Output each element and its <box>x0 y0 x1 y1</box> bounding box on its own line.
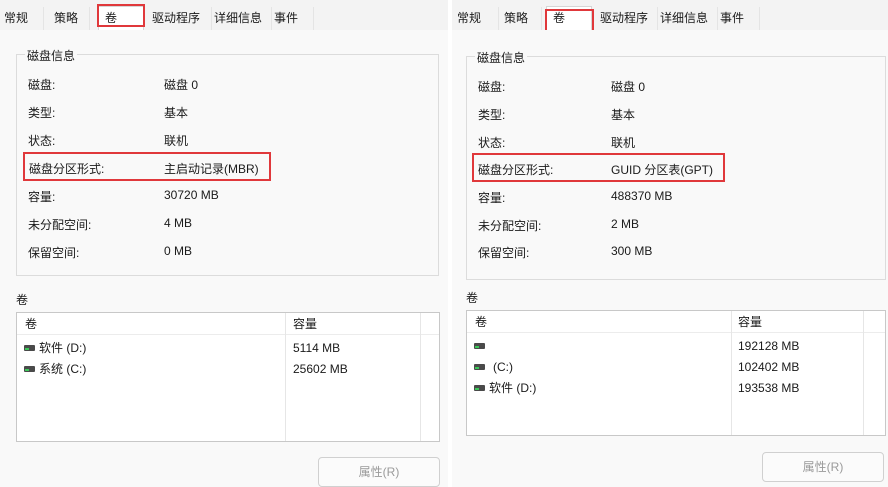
prop-type-value: 基本 <box>164 106 189 120</box>
disk-info-title: 磁盘信息 <box>25 47 78 64</box>
prop-unallocated-value: 4 MB <box>164 216 193 230</box>
tab-strip: 常规 策略 卷 驱动程序 详细信息 事件 <box>0 0 448 31</box>
prop-capacity-label: 容量: <box>28 190 56 204</box>
volume-name: 系统 (C:) <box>39 362 87 376</box>
prop-type-value: 基本 <box>611 108 636 122</box>
prop-unallocated-label: 未分配空间: <box>28 218 92 232</box>
column-header-capacity[interactable]: 容量 <box>732 311 762 333</box>
tab-driver[interactable]: 驱动程序 <box>598 7 658 30</box>
prop-status-label: 状态: <box>28 134 56 148</box>
column-header-capacity[interactable]: 容量 <box>287 313 317 335</box>
drive-icon <box>24 365 35 372</box>
volume-capacity: 102402 MB <box>738 360 800 374</box>
drive-icon <box>474 342 485 349</box>
tab-events[interactable]: 事件 <box>718 7 760 30</box>
prop-reserved-label: 保留空间: <box>478 246 530 260</box>
column-header-volume[interactable]: 卷 <box>469 311 487 333</box>
volumes-list-header: 卷 容量 <box>467 311 885 333</box>
prop-partition-style-value: 主启动记录(MBR) <box>164 162 259 176</box>
prop-capacity-label: 容量: <box>478 191 506 205</box>
volume-capacity: 193538 MB <box>738 381 800 395</box>
volume-capacity: 25602 MB <box>293 362 348 376</box>
properties-button[interactable]: 属性(R) <box>762 452 884 482</box>
prop-reserved-label: 保留空间: <box>28 246 80 260</box>
prop-partition-style-label: 磁盘分区形式: <box>29 162 105 176</box>
volume-row[interactable]: 软件 (D:) 193538 MB <box>467 378 885 399</box>
tab-policies[interactable]: 策略 <box>502 7 542 30</box>
properties-button[interactable]: 属性(R) <box>318 457 440 487</box>
volume-row[interactable]: (C:) 102402 MB <box>467 357 885 378</box>
volume-name: (C:) <box>493 360 513 374</box>
prop-disk-label: 磁盘: <box>478 80 506 94</box>
volume-row[interactable]: 软件 (D:) 5114 MB <box>17 338 439 359</box>
disk-properties-dialog-mbr: 常规 策略 卷 驱动程序 详细信息 事件 磁盘信息 磁盘: 磁盘 0 类型: 基… <box>0 0 448 487</box>
tab-volumes[interactable]: 卷 <box>98 6 144 31</box>
prop-type-label: 类型: <box>28 106 56 120</box>
disk-properties-dialog-gpt: 常规 策略 卷 驱动程序 详细信息 事件 磁盘信息 磁盘: 磁盘 0 类型: 基… <box>452 0 888 487</box>
prop-partition-style-value: GUID 分区表(GPT) <box>611 163 713 177</box>
prop-partition-style-label: 磁盘分区形式: <box>478 163 554 177</box>
tab-details[interactable]: 详细信息 <box>658 7 718 30</box>
prop-reserved-value: 0 MB <box>164 244 193 258</box>
volumes-list-header: 卷 容量 <box>17 313 439 335</box>
volumes-panel: 磁盘信息 磁盘: 磁盘 0 类型: 基本 状态: 联机 磁盘分区形式: 主启动记… <box>0 30 448 487</box>
prop-disk-label: 磁盘: <box>28 78 56 92</box>
volume-name: 软件 (D:) <box>39 341 87 355</box>
volumes-panel: 磁盘信息 磁盘: 磁盘 0 类型: 基本 状态: 联机 磁盘分区形式: GUID… <box>452 30 888 487</box>
prop-disk-value: 磁盘 0 <box>164 78 199 92</box>
prop-type-label: 类型: <box>478 108 506 122</box>
prop-status-label: 状态: <box>478 136 506 150</box>
tab-general[interactable]: 常规 <box>2 7 44 30</box>
volumes-section-label: 卷 <box>16 293 29 307</box>
column-header-volume[interactable]: 卷 <box>19 313 37 335</box>
disk-info-title: 磁盘信息 <box>475 49 528 66</box>
prop-status-value: 联机 <box>611 136 636 150</box>
volume-name: 软件 (D:) <box>489 381 537 395</box>
tab-details[interactable]: 详细信息 <box>212 7 272 30</box>
drive-icon <box>24 344 35 351</box>
tab-policies[interactable]: 策略 <box>52 7 90 30</box>
prop-reserved-value: 300 MB <box>611 244 653 258</box>
prop-unallocated-label: 未分配空间: <box>478 219 542 233</box>
drive-icon <box>474 363 485 370</box>
volume-capacity: 5114 MB <box>293 341 341 355</box>
volume-capacity: 192128 MB <box>738 339 800 353</box>
tab-events[interactable]: 事件 <box>272 7 314 30</box>
volumes-list[interactable]: 卷 容量 192128 MB (C:) 102402 MB 软件 (D:) 19… <box>466 310 886 436</box>
tab-volumes[interactable]: 卷 <box>546 6 592 31</box>
prop-status-value: 联机 <box>164 134 189 148</box>
tab-driver[interactable]: 驱动程序 <box>150 7 212 30</box>
volumes-list[interactable]: 卷 容量 软件 (D:) 5114 MB 系统 (C:) 25602 MB <box>16 312 440 442</box>
tab-strip: 常规 策略 卷 驱动程序 详细信息 事件 <box>452 0 888 31</box>
prop-capacity-value: 488370 MB <box>611 189 673 203</box>
prop-capacity-value: 30720 MB <box>164 188 219 202</box>
drive-icon <box>474 384 485 391</box>
volume-row[interactable]: 系统 (C:) 25602 MB <box>17 359 439 380</box>
prop-disk-value: 磁盘 0 <box>611 80 646 94</box>
volume-row[interactable]: 192128 MB <box>467 336 885 357</box>
prop-unallocated-value: 2 MB <box>611 217 640 231</box>
volumes-section-label: 卷 <box>466 291 479 305</box>
tab-general[interactable]: 常规 <box>455 7 499 30</box>
